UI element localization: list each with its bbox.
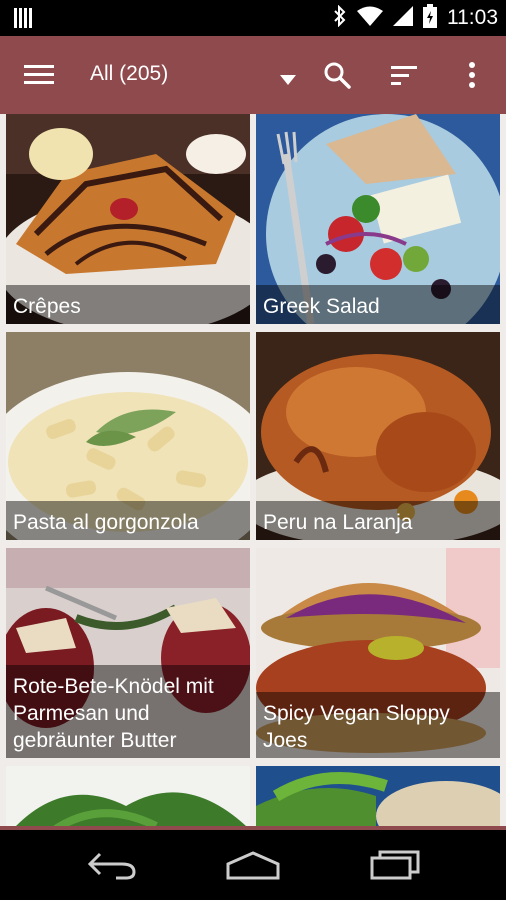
recipe-grid: Crêpes Greek Salad Pasta al gorgonzola P…: [0, 114, 506, 828]
recipe-list-screen: 11:03 All (205) Crêpes Greek Salad Pasta…: [0, 0, 506, 900]
recipe-photo: [6, 766, 250, 828]
recents-icon[interactable]: [368, 848, 422, 882]
recipe-title: Spicy Vegan Sloppy Joes: [256, 692, 500, 758]
category-filter-dropdown[interactable]: All (205): [78, 54, 306, 96]
system-nav-bar: [0, 830, 506, 900]
wifi-icon: [357, 6, 383, 30]
recipe-card[interactable]: Pasta al gorgonzola: [6, 332, 250, 540]
sort-icon[interactable]: [390, 64, 418, 86]
overflow-menu-icon[interactable]: [462, 60, 482, 90]
battery-icon: [423, 4, 437, 32]
recipe-photo: [256, 766, 500, 828]
recipe-title: Pasta al gorgonzola: [6, 501, 250, 540]
recipe-title: Crêpes: [6, 285, 250, 324]
recipe-card[interactable]: Crêpes: [6, 114, 250, 324]
recipe-card[interactable]: Peru na Laranja: [256, 332, 500, 540]
back-icon[interactable]: [86, 850, 138, 880]
bluetooth-icon: [333, 4, 347, 31]
recipe-title: Greek Salad: [256, 285, 500, 324]
recipe-card[interactable]: Spicy Vegan Sloppy Joes: [256, 548, 500, 758]
recipe-card[interactable]: Greek Salad: [256, 114, 500, 324]
dropdown-caret-icon: [280, 70, 296, 89]
app-bar: All (205): [0, 36, 506, 114]
menu-icon[interactable]: [22, 62, 56, 88]
cell-signal-icon: [393, 6, 413, 30]
recipe-title: Rote-Bete-Knödel mit Parmesan und gebräu…: [6, 665, 250, 758]
category-filter-label: All (205): [90, 62, 169, 85]
status-clock: 11:03: [447, 6, 498, 29]
recipe-card[interactable]: [256, 766, 500, 828]
recipe-card[interactable]: Rote-Bete-Knödel mit Parmesan und gebräu…: [6, 548, 250, 758]
search-icon[interactable]: [322, 60, 352, 90]
recipe-title: Peru na Laranja: [256, 501, 500, 540]
status-bar: 11:03: [0, 0, 506, 36]
home-icon[interactable]: [224, 850, 282, 880]
recipe-card[interactable]: [6, 766, 250, 828]
signal-bars-icon: [14, 8, 36, 32]
